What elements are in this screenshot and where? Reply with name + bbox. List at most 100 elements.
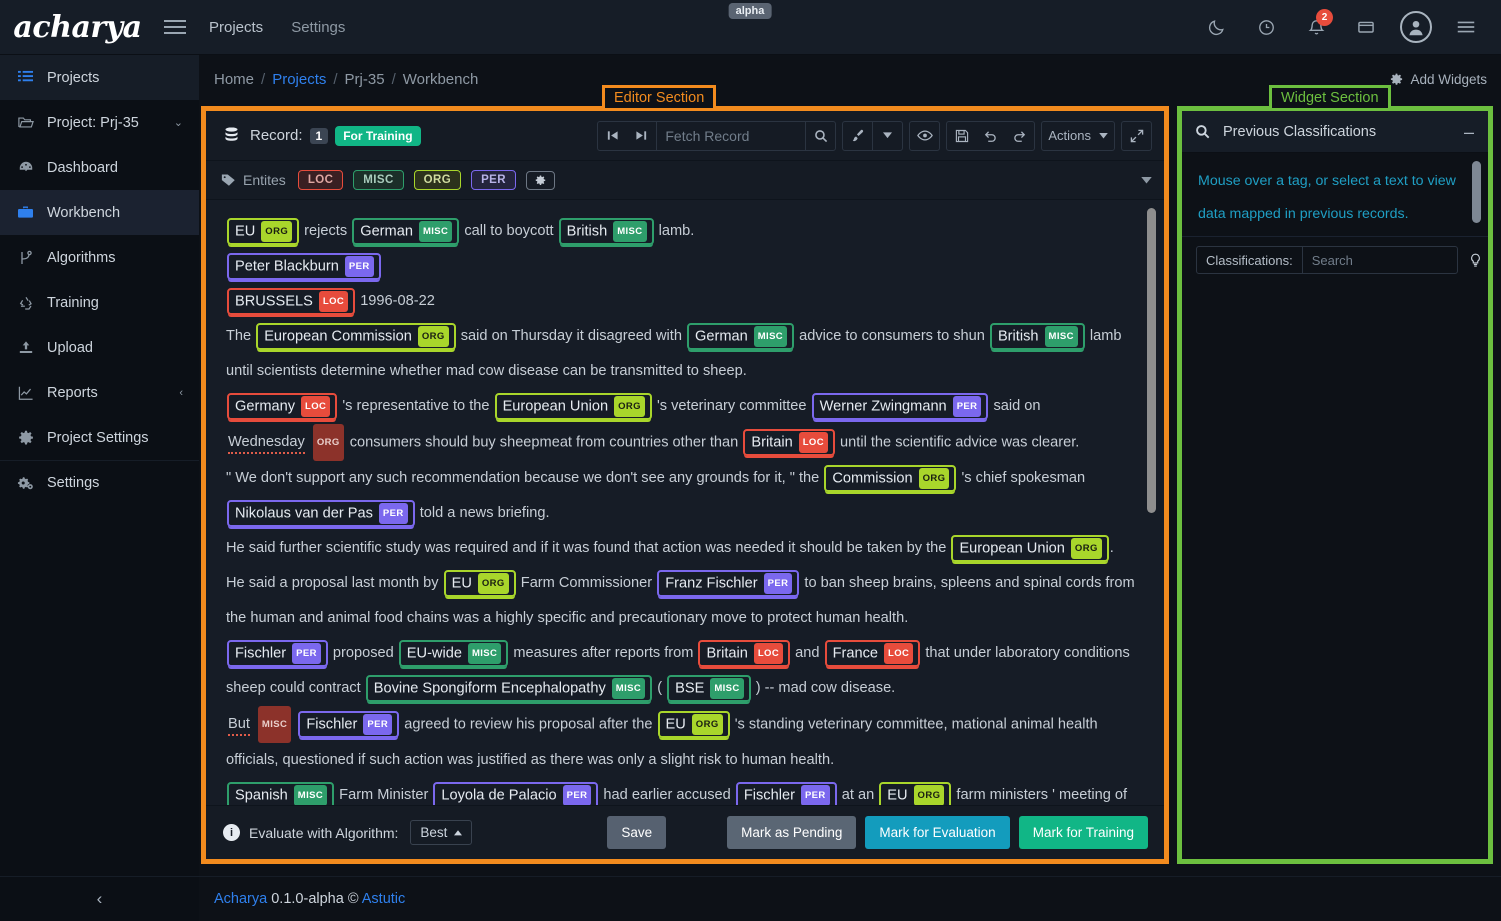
entity-tag-per[interactable]: Peter BlackburnPER (227, 253, 381, 280)
footer-app-link[interactable]: Acharya (214, 891, 267, 907)
chevron-left-icon[interactable]: ‹ (179, 387, 183, 399)
sidebar-item-reports[interactable]: Reports ‹ (0, 370, 199, 415)
gear-icon (17, 430, 34, 446)
entity-tag-misc[interactable]: Bovine Spongiform EncephalopathyMISC (366, 675, 652, 702)
entity-tag-badge: LOC (884, 643, 913, 664)
first-record-icon[interactable] (598, 122, 627, 150)
plain-text: rejects (300, 223, 351, 239)
entity-tag-org[interactable]: EUORG (227, 218, 299, 245)
breadcrumb-home[interactable]: Home (214, 71, 254, 88)
record-status-badge: For Training (335, 126, 420, 146)
entity-tag-loc[interactable]: GermanyLOC (227, 393, 337, 420)
annotated-text-area[interactable]: EUORG rejects GermanMISC call to boycott… (206, 200, 1164, 805)
entity-tag-misc[interactable]: BritishMISC (559, 218, 654, 245)
moon-icon[interactable] (1193, 7, 1239, 47)
entity-tag-org[interactable]: European UnionORG (495, 393, 652, 420)
suggested-entity-misc[interactable]: ButMISC (226, 706, 293, 743)
entity-chip-misc[interactable]: MISC (353, 170, 403, 190)
entity-tag-misc[interactable]: BSEMISC (667, 675, 751, 702)
save-button[interactable]: Save (607, 816, 666, 849)
entity-tag-loc[interactable]: BRUSSELSLOC (227, 288, 355, 315)
topbar-link-projects[interactable]: Projects (195, 13, 277, 42)
sidebar-item-projects[interactable]: Projects (0, 55, 199, 100)
avatar[interactable] (1393, 7, 1439, 47)
entity-settings-gear-icon[interactable] (526, 171, 555, 190)
entity-tag-org[interactable]: EUORG (658, 711, 730, 738)
undo-icon[interactable] (976, 122, 1005, 150)
eye-icon[interactable] (910, 122, 939, 150)
plain-text: ( (653, 680, 666, 696)
breadcrumb-project-id[interactable]: Prj-35 (345, 71, 385, 88)
entity-tag-org[interactable]: EUORG (879, 782, 951, 805)
entities-collapse-chevron-icon[interactable] (1141, 177, 1152, 184)
entity-tag-per[interactable]: Werner ZwingmannPER (812, 393, 989, 420)
entity-tag-loc[interactable]: FranceLOC (825, 640, 921, 667)
entity-tag-per[interactable]: FischlerPER (736, 782, 837, 805)
fetch-record-input[interactable] (657, 122, 805, 150)
sidebar-collapse-icon[interactable]: ‹ (0, 877, 199, 921)
add-widgets-button[interactable]: Add Widgets (1390, 72, 1487, 87)
entity-tag-badge: ORG (478, 573, 509, 594)
widget-minimize-icon[interactable]: – (1464, 127, 1474, 137)
clock-icon[interactable] (1243, 7, 1289, 47)
menu-icon[interactable] (1443, 7, 1489, 47)
entity-tag-misc[interactable]: EU-wideMISC (399, 640, 509, 667)
actions-button[interactable]: Actions (1042, 122, 1114, 150)
plain-text: 's veterinary committee (653, 398, 811, 414)
plain-text: at an (838, 787, 879, 803)
breadcrumb-workbench: Workbench (403, 71, 479, 88)
classifications-search-input[interactable] (1302, 247, 1457, 273)
sidebar-item-dashboard[interactable]: Dashboard (0, 145, 199, 190)
sidebar-item-settings[interactable]: Settings (0, 460, 199, 505)
mark-for-evaluation-button[interactable]: Mark for Evaluation (865, 816, 1009, 849)
entity-tag-misc[interactable]: SpanishMISC (227, 782, 334, 805)
entity-tag-misc[interactable]: BritishMISC (990, 323, 1085, 350)
next-record-icon[interactable] (627, 122, 656, 150)
topbar-link-settings[interactable]: Settings (277, 13, 359, 42)
entity-tag-org[interactable]: European UnionORG (951, 535, 1108, 562)
sidebar-item-upload[interactable]: Upload (0, 325, 199, 370)
sidebar-item-algorithms[interactable]: Algorithms (0, 235, 199, 280)
entity-tag-per[interactable]: FischlerPER (298, 711, 399, 738)
sidebar-toggle-icon[interactable] (155, 20, 195, 34)
bell-icon[interactable]: 2 (1293, 7, 1339, 47)
sidebar-item-project-settings[interactable]: Project Settings (0, 415, 199, 460)
window-icon[interactable] (1343, 7, 1389, 47)
search-icon[interactable] (806, 122, 835, 150)
chevron-down-icon[interactable]: ⌄ (174, 116, 183, 129)
entity-tag-per[interactable]: FischlerPER (227, 640, 328, 667)
mark-for-training-button[interactable]: Mark for Training (1019, 816, 1148, 849)
entity-chip-org[interactable]: ORG (414, 170, 461, 190)
brush-dropdown-icon[interactable] (873, 122, 902, 150)
entity-tag-per[interactable]: Loyola de PalacioPER (433, 782, 598, 805)
mark-as-pending-button[interactable]: Mark as Pending (727, 816, 856, 849)
sidebar-item-workbench[interactable]: Workbench (0, 190, 199, 235)
text-scrollbar-thumb[interactable] (1147, 208, 1156, 513)
entity-tag-misc[interactable]: GermanMISC (687, 323, 794, 350)
sidebar-item-training[interactable]: Training (0, 280, 199, 325)
entity-tag-loc[interactable]: BritainLOC (743, 429, 835, 456)
entity-tag-per[interactable]: Franz FischlerPER (657, 570, 799, 597)
evaluate-bar: i Evaluate with Algorithm: Best Save Mar… (206, 805, 1164, 859)
brush-icon[interactable] (843, 122, 872, 150)
entity-tag-org[interactable]: CommissionORG (824, 465, 956, 492)
entity-tag-org[interactable]: European CommissionORG (256, 323, 455, 350)
suggested-entity-org[interactable]: WednesdayORG (226, 424, 346, 461)
sidebar-item-project[interactable]: Project: Prj-35 ⌄ (0, 100, 199, 145)
redo-icon[interactable] (1005, 122, 1034, 150)
footer-company-link[interactable]: Astutic (362, 891, 406, 907)
entity-tag-per[interactable]: Nikolaus van der PasPER (227, 500, 415, 527)
app-brand-logo[interactable]: acharya (0, 10, 155, 45)
entity-tag-misc[interactable]: GermanMISC (352, 218, 459, 245)
save-icon[interactable] (947, 122, 976, 150)
entity-tag-org[interactable]: EUORG (444, 570, 516, 597)
entity-chip-loc[interactable]: LOC (298, 170, 343, 190)
annotated-text-body[interactable]: EUORG rejects GermanMISC call to boycott… (226, 214, 1142, 805)
widget-scrollbar-thumb[interactable] (1472, 161, 1481, 223)
entity-tag-loc[interactable]: BritainLOC (698, 640, 790, 667)
expand-icon[interactable] (1122, 122, 1151, 150)
lightbulb-icon[interactable] (1469, 253, 1482, 268)
entity-chip-per[interactable]: PER (471, 170, 516, 190)
algorithm-select[interactable]: Best (410, 820, 472, 845)
breadcrumb-projects[interactable]: Projects (272, 71, 326, 88)
